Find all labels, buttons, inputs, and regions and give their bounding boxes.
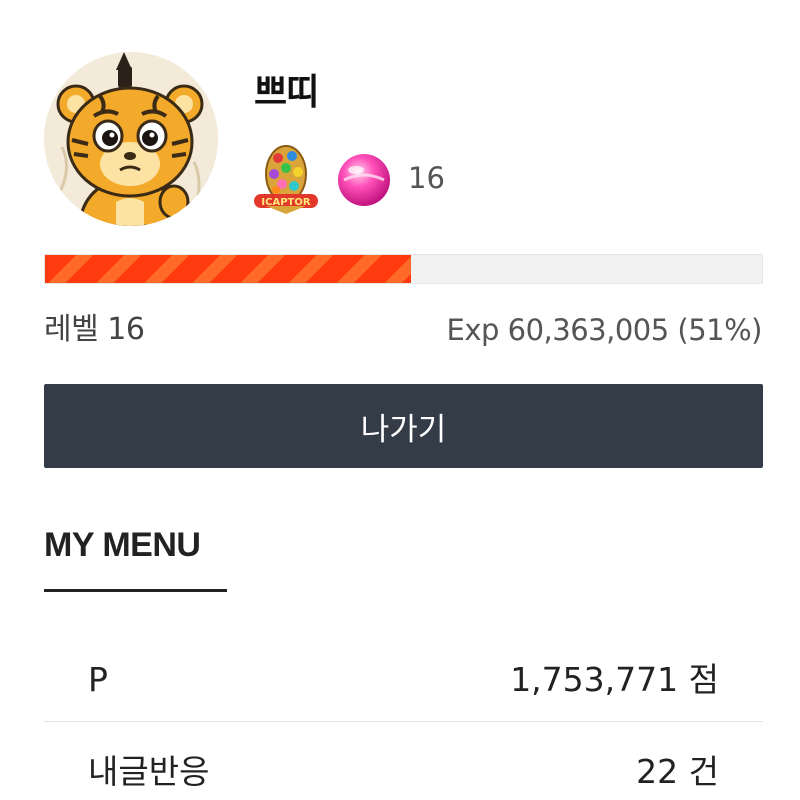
username: 쁘띠 [254, 72, 319, 113]
easter-egg-badge-icon: ICAPTOR [252, 140, 320, 216]
exp-label: Exp 60,363,005 (51%) [446, 313, 763, 347]
avatar[interactable] [44, 52, 218, 226]
menu-divider [44, 721, 763, 722]
menu-item-points[interactable]: P 1,753,771 점 [44, 644, 763, 716]
pink-candy-icon [334, 150, 394, 210]
menu-item-value: 22 건 [636, 752, 719, 791]
exp-progress-bar [44, 254, 763, 284]
menu-item-my-post-reactions[interactable]: 내글반응 22 건 [44, 736, 763, 800]
menu-item-label: P [88, 660, 108, 699]
menu-item-label: 내글반응 [88, 752, 210, 791]
badge-count: 16 [408, 161, 445, 195]
menu-item-value: 1,753,771 점 [510, 660, 719, 699]
exit-button[interactable]: 나가기 [44, 384, 763, 468]
profile-page: 쁘띠 ICAPTOR 16 레벨 16 Exp 60,363,005 (51%)… [0, 0, 800, 800]
my-menu-underline [44, 589, 227, 592]
my-menu-title: MY MENU [44, 526, 201, 564]
exp-progress-fill [45, 255, 411, 283]
tiger-cub-avatar-icon [44, 52, 218, 226]
level-label: 레벨 16 [44, 312, 145, 347]
